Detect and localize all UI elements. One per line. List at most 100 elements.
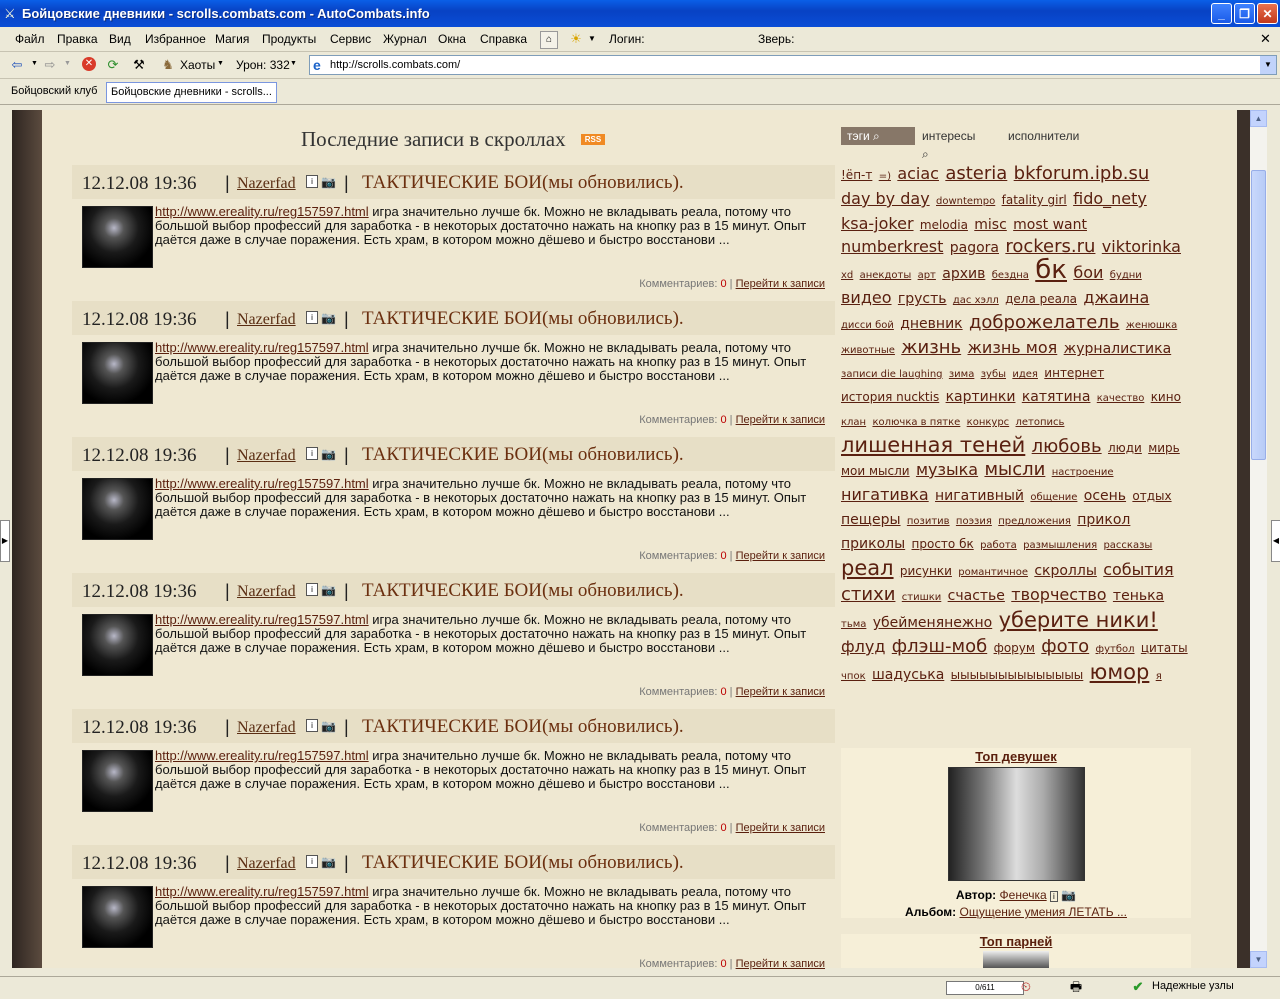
menu-view[interactable]: Вид (109, 32, 131, 46)
tag-link[interactable]: форум (994, 637, 1035, 659)
tag-link[interactable]: fatality girl (1002, 189, 1067, 211)
post-avatar[interactable] (82, 478, 153, 540)
damage-button[interactable]: Урон: 332 (236, 58, 290, 72)
tag-link[interactable]: fido_nety (1073, 188, 1147, 210)
tag-link[interactable]: =) (879, 166, 891, 188)
author-link[interactable]: Фенечка (1000, 888, 1047, 902)
chevron-down-icon[interactable]: ▼ (588, 34, 596, 43)
chevron-down-icon[interactable]: ▼ (31, 60, 38, 67)
tag-link[interactable]: misc (974, 214, 1007, 236)
tag-link[interactable]: most want (1013, 214, 1087, 236)
camera-icon[interactable]: 📷 (321, 855, 336, 869)
address-url[interactable]: http://scrolls.combats.com/ (330, 59, 460, 71)
tag-link[interactable]: размышления (1023, 535, 1097, 557)
stop-icon[interactable]: ✕ (82, 57, 96, 71)
comments-count[interactable]: 0 (720, 414, 726, 426)
camera-icon[interactable]: 📷 (321, 583, 336, 597)
tag-link[interactable]: счастье (948, 585, 1005, 607)
tag-link[interactable]: идея (1012, 364, 1038, 386)
tag-link[interactable]: day by day (841, 188, 930, 210)
tag-link[interactable]: грусть (898, 288, 947, 310)
close-button[interactable]: ✕ (1257, 3, 1278, 24)
chevron-down-icon[interactable]: ▼ (290, 60, 297, 67)
tag-link[interactable]: кино (1151, 386, 1181, 408)
scroll-up-icon[interactable]: ▲ (1250, 110, 1267, 127)
tag-link[interactable]: рассказы (1103, 535, 1152, 557)
back-icon[interactable]: ⇦ (9, 57, 25, 73)
tag-link[interactable]: юмор (1090, 661, 1150, 683)
tab-diaries[interactable]: Бойцовские дневники - scrolls... (106, 82, 277, 103)
tag-link[interactable]: тенька (1113, 585, 1164, 607)
tag-link[interactable]: дела реала (1005, 288, 1077, 310)
tag-link[interactable]: дневник (900, 313, 962, 335)
menu-file[interactable]: Файл (15, 32, 45, 46)
info-icon[interactable]: i (306, 855, 318, 868)
tag-link[interactable]: женюшка (1126, 315, 1177, 337)
menu-journal[interactable]: Журнал (383, 32, 427, 46)
tag-link[interactable]: общение (1030, 487, 1077, 509)
tag-link[interactable]: прикол (1077, 509, 1130, 531)
post-title[interactable]: ТАКТИЧЕСКИЕ БОИ(мы обновились). (362, 308, 684, 330)
scroll-thumb[interactable] (1251, 170, 1266, 460)
tag-link[interactable]: любовь (1032, 436, 1102, 458)
tag-link[interactable]: viktorinka (1102, 236, 1181, 258)
info-icon[interactable]: i (1050, 891, 1058, 902)
tag-link[interactable]: поэзия (956, 511, 992, 533)
tag-link[interactable]: архив (942, 263, 985, 285)
sun-icon[interactable]: ☀ (568, 31, 584, 47)
tag-link[interactable]: видео (841, 287, 892, 309)
tag-link[interactable]: колючка в пятке (872, 412, 960, 434)
tag-link[interactable]: уберите ники! (999, 609, 1158, 631)
tag-link[interactable]: зима (949, 364, 975, 386)
tag-link[interactable]: бои (1073, 262, 1103, 284)
tag-link[interactable]: asteria (945, 163, 1007, 185)
rss-icon[interactable]: RSS (581, 134, 605, 145)
tag-link[interactable]: доброжелатель (969, 312, 1120, 334)
post-avatar[interactable] (82, 886, 153, 948)
tools-icon[interactable]: ⚒ (131, 57, 147, 73)
tag-link[interactable]: предложения (998, 511, 1071, 533)
post-link[interactable]: http://www.ereality.ru/reg157597.html (155, 340, 369, 355)
info-icon[interactable]: i (306, 719, 318, 732)
post-author-link[interactable]: Nazerfad (237, 583, 296, 601)
home-icon[interactable]: ⌂ (540, 31, 558, 49)
tag-link[interactable]: aciac (897, 163, 939, 185)
menu-products[interactable]: Продукты (262, 32, 316, 46)
tag-link[interactable]: зубы (981, 364, 1006, 386)
tag-link[interactable]: скроллы (1034, 560, 1097, 582)
right-panel-toggle-icon[interactable]: ◀ (1271, 520, 1280, 562)
camera-icon[interactable]: 📷 (321, 175, 336, 189)
goto-post-link[interactable]: Перейти к записи (736, 414, 825, 426)
chevron-down-icon[interactable]: ▼ (1260, 56, 1276, 74)
tag-link[interactable]: безднa (992, 265, 1029, 287)
tag-link[interactable]: убейменянежно (873, 612, 992, 634)
tag-link[interactable]: качество (1097, 388, 1145, 410)
tag-link[interactable]: лишенная теней (841, 434, 1025, 456)
tag-link[interactable]: настроение (1052, 462, 1114, 484)
tag-link[interactable]: анекдоты (860, 265, 912, 287)
tab-performers[interactable]: исполнители (1008, 127, 1079, 145)
tag-link[interactable]: бк (1035, 257, 1067, 283)
tag-link[interactable]: нигативный (935, 485, 1024, 507)
post-avatar[interactable] (82, 206, 153, 268)
post-author-link[interactable]: Nazerfad (237, 311, 296, 329)
tag-link[interactable]: события (1103, 559, 1173, 581)
tag-link[interactable]: downtempo (936, 191, 995, 213)
post-author-link[interactable]: Nazerfad (237, 855, 296, 873)
top-girls-title[interactable]: Топ девушек (841, 749, 1191, 764)
tag-link[interactable]: стихи (841, 584, 895, 606)
tag-link[interactable]: стишки (902, 587, 942, 609)
camera-icon[interactable]: 📷 (321, 447, 336, 461)
tag-link[interactable]: позитив (907, 511, 950, 533)
info-icon[interactable]: i (306, 583, 318, 596)
info-icon[interactable]: i (306, 447, 318, 460)
tag-link[interactable]: флуд (841, 636, 885, 658)
tag-link[interactable]: работа (980, 535, 1017, 557)
tag-link[interactable]: просто бк (912, 533, 974, 555)
tag-link[interactable]: !ёп-т (841, 164, 872, 186)
tag-link[interactable]: мои мысли (841, 460, 910, 482)
post-title[interactable]: ТАКТИЧЕСКИЕ БОИ(мы обновились). (362, 716, 684, 738)
goto-post-link[interactable]: Перейти к записи (736, 278, 825, 290)
tag-link[interactable]: флэш-моб (892, 636, 987, 658)
tag-link[interactable]: мысли (984, 459, 1045, 481)
